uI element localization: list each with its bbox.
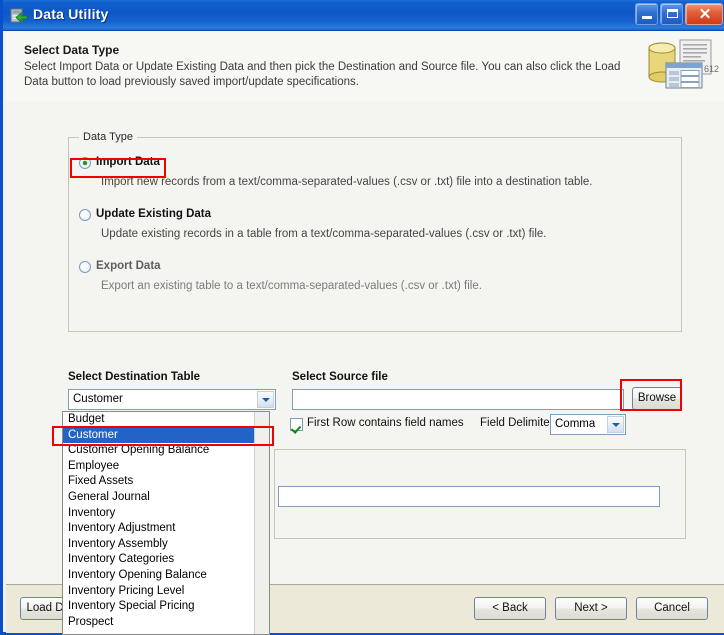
radio-import-data-label: Import Data [96,156,160,168]
close-button[interactable]: ✕ [685,3,723,25]
dropdown-scrollbar[interactable] [254,412,269,634]
dropdown-item[interactable]: Fixed Assets [63,474,255,490]
dropdown-item[interactable]: Inventory Special Pricing [63,599,255,615]
radio-export-data-icon[interactable] [79,261,91,273]
radio-import-data-icon[interactable] [79,157,91,169]
chevron-down-icon[interactable] [607,416,624,433]
dropdown-item[interactable]: Inventory Assembly [63,537,255,553]
field-delimiter-label: Field Delimiter [480,417,554,429]
first-row-checkbox[interactable] [290,418,303,431]
radio-update-existing-data-label: Update Existing Data [96,208,212,220]
application-window: Data Utility ✕ Select Data Type Select I… [0,0,724,635]
radio-update-existing-data-description: Update existing records in a table from … [101,228,547,240]
destination-table-value: Customer [73,393,123,405]
page-description: Select Import Data or Update Existing Da… [24,61,621,88]
dropdown-item[interactable]: Inventory Adjustment [63,521,255,537]
maximize-button[interactable] [660,3,683,25]
field-delimiter-combo[interactable]: Comma [550,414,626,435]
chevron-down-icon[interactable] [257,391,274,408]
data-utility-icon [10,7,28,25]
close-icon: ✕ [698,6,712,23]
radio-import-data-description: Import new records from a text/comma-sep… [101,176,593,188]
window-controls: ✕ [635,3,723,25]
svg-text:612: 612 [704,64,719,74]
window-title: Data Utility [33,6,109,22]
radio-export-data-description: Export an existing table to a text/comma… [101,280,482,292]
page-title: Select Data Type [24,43,120,57]
dropdown-item[interactable]: Customer Opening Balance [63,443,255,459]
dropdown-item[interactable]: Customer [63,427,255,444]
dropdown-item[interactable]: Budget [63,412,255,428]
back-button[interactable]: < Back [474,597,546,620]
destination-table-dropdown-list[interactable]: Budget Customer Customer Opening Balance Em… [62,411,270,635]
dropdown-item[interactable]: Inventory Categories [63,552,255,568]
header-band: Select Data Type Select Import Data or U… [6,31,724,102]
destination-table-combo[interactable]: Customer [68,389,276,410]
radio-export-data-label: Export Data [96,260,161,272]
first-row-checkbox-label: First Row contains field names [307,417,464,429]
browse-button[interactable]: Browse [632,387,682,410]
maximize-icon [667,9,678,18]
radio-update-existing-data-icon[interactable] [79,209,91,221]
data-type-legend: Data Type [79,131,137,143]
title-bar: Data Utility ✕ [3,0,724,31]
dropdown-item[interactable]: Employee [63,459,255,475]
database-import-icon: 612 [644,37,720,95]
lower-panel-input[interactable] [278,486,660,507]
dropdown-item[interactable]: Inventory Pricing Level [63,584,255,600]
next-button[interactable]: Next > [555,597,627,620]
data-type-groupbox: Data Type Import Data Import new records… [68,131,682,332]
dropdown-item[interactable]: General Journal [63,490,255,506]
destination-table-label: Select Destination Table [68,371,201,383]
minimize-button[interactable] [635,3,658,25]
dropdown-item[interactable]: Prospect [63,615,255,631]
source-file-input[interactable] [292,389,624,410]
cancel-button[interactable]: Cancel [636,597,708,620]
dropdown-item[interactable]: Inventory Opening Balance [63,568,255,584]
field-delimiter-value: Comma [555,418,596,430]
dropdown-items[interactable]: Budget Customer Customer Opening Balance Em… [63,412,255,634]
source-file-label: Select Source file [292,371,388,383]
dropdown-item[interactable]: Inventory [63,506,255,522]
minimize-icon [642,16,652,19]
